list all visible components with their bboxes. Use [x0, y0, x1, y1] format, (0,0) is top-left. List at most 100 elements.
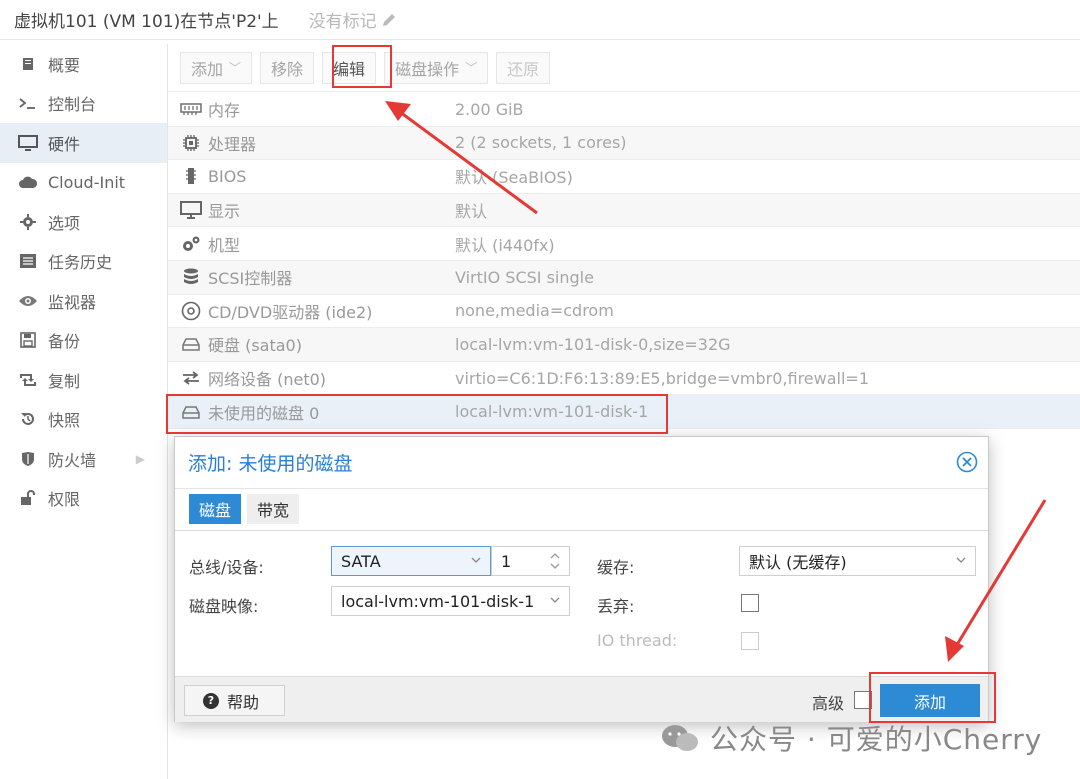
hardware-row-network[interactable]: 网络设备 (net0) virtio=C6:1D:F6:13:89:E5,bri…	[168, 362, 1080, 396]
tag-label: 没有标记	[308, 12, 377, 32]
hardware-value: virtio=C6:1D:F6:13:89:E5,bridge=vmbr0,fi…	[455, 368, 869, 388]
sidebar-item-options[interactable]: 选项	[0, 202, 167, 242]
sidebar-item-cloudinit[interactable]: Cloud-Init	[0, 163, 167, 203]
sidebar-item-snapshot[interactable]: 快照	[0, 400, 167, 440]
shield-icon	[16, 450, 40, 468]
tab-bandwidth[interactable]: 带宽	[247, 494, 300, 524]
hardware-row-machine[interactable]: 机型 默认 (i440fx)	[168, 227, 1080, 261]
pencil-icon	[382, 13, 395, 26]
hardware-row-harddisk[interactable]: 硬盘 (sata0) local-lvm:vm-101-disk-0,size=…	[168, 328, 1080, 362]
bus-select[interactable]: SATA	[331, 546, 491, 576]
vm-title: 虚拟机101 (VM 101)在节点'P2'上	[14, 12, 279, 32]
discard-checkbox[interactable]	[741, 594, 759, 612]
sidebar-item-label: 硬件	[48, 134, 81, 154]
sidebar-item-console[interactable]: 控制台	[0, 84, 167, 124]
annotation-box-add-button	[869, 672, 996, 723]
hardware-name: 硬盘 (sata0)	[208, 336, 302, 356]
sidebar-item-label: 任务历史	[48, 253, 113, 273]
remove-button[interactable]: 移除	[260, 51, 315, 84]
question-circle-icon: ?	[203, 692, 219, 709]
sidebar-item-summary[interactable]: 概要	[0, 44, 167, 84]
sidebar-item-label: 选项	[48, 213, 81, 233]
disk-action-menu-button[interactable]: 磁盘操作 ﹀	[384, 51, 489, 84]
dialog-form: 总线/设备: SATA 1 磁盘映像: local-lvm:vm-101-dis…	[175, 530, 988, 676]
sidebar-item-backup[interactable]: 备份	[0, 321, 167, 361]
sidebar-item-label: 概要	[48, 55, 81, 75]
bus-device-label: 总线/设备:	[189, 558, 264, 577]
sidebar-item-label: 控制台	[48, 95, 97, 115]
gear-icon	[16, 213, 40, 231]
hardware-row-display[interactable]: 显示 默认	[168, 193, 1080, 228]
floppy-icon	[16, 331, 40, 349]
hardware-value: none,media=cdrom	[455, 301, 614, 321]
device-index-stepper[interactable]: 1	[491, 546, 570, 576]
sidebar-item-label: 复制	[48, 371, 81, 391]
sidebar: 概要 控制台 硬件 Cloud-Init 选项 任务历史 监视器 备份 复制 快…	[0, 44, 168, 779]
disk-image-select[interactable]: local-lvm:vm-101-disk-1	[331, 586, 570, 616]
watermark-text: 公众号 · 可爱的小Cherry	[710, 723, 1043, 756]
disk-image-value: local-lvm:vm-101-disk-1	[341, 591, 535, 611]
sidebar-item-label: 监视器	[48, 292, 97, 312]
help-button[interactable]: ? 帮助	[184, 685, 285, 716]
discard-label: 丢弃:	[597, 597, 635, 616]
close-icon[interactable]	[956, 451, 978, 473]
hardware-name: SCSI控制器	[208, 269, 293, 289]
sidebar-item-label: Cloud-Init	[48, 172, 126, 192]
revert-button[interactable]: 还原	[496, 51, 551, 84]
chevron-down-icon	[956, 557, 966, 563]
iothread-checkbox[interactable]	[741, 632, 759, 650]
cloud-icon	[16, 173, 40, 191]
sidebar-item-replication[interactable]: 复制	[0, 360, 167, 400]
sidebar-item-task-history[interactable]: 任务历史	[0, 242, 167, 282]
list-icon	[16, 252, 40, 270]
sidebar-item-label: 备份	[48, 332, 81, 352]
disk-action-label: 磁盘操作	[395, 59, 460, 79]
chevron-right-icon[interactable]: ▶	[136, 452, 145, 466]
hardware-row-scsi[interactable]: SCSI控制器 VirtIO SCSI single	[168, 260, 1080, 295]
hardware-name: 处理器	[208, 134, 257, 154]
hardware-value: 默认 (SeaBIOS)	[455, 168, 573, 188]
chevron-down-icon: ﹀	[229, 61, 242, 75]
sidebar-item-permissions[interactable]: 权限	[0, 479, 167, 519]
annotation-box-unused-disk	[166, 394, 668, 434]
hardware-name: 机型	[208, 235, 241, 255]
hardware-row-cdrom[interactable]: CD/DVD驱动器 (ide2) none,media=cdrom	[168, 295, 1080, 329]
advanced-label: 高级	[812, 694, 845, 713]
memory-icon	[168, 103, 208, 116]
add-menu-button[interactable]: 添加 ﹀	[180, 51, 253, 84]
display-icon	[168, 201, 208, 220]
cache-select[interactable]: 默认 (无缓存)	[739, 546, 976, 576]
dialog-footer: ? 帮助 高级 添加	[175, 676, 988, 722]
add-unused-disk-dialog: 添加: 未使用的磁盘 磁盘 带宽 总线/设备: SATA 1 磁盘映像: loc…	[174, 436, 989, 722]
cache-label: 缓存:	[597, 558, 635, 577]
tag-edit-link[interactable]: 没有标记	[309, 7, 397, 32]
monitor-icon	[16, 134, 40, 152]
spinner-arrows-icon[interactable]	[549, 551, 561, 571]
history-icon	[16, 410, 40, 428]
dialog-title: 添加: 未使用的磁盘	[188, 453, 353, 475]
remove-button-label: 移除	[271, 59, 304, 79]
chevron-down-icon	[471, 557, 481, 563]
hardware-row-cpu[interactable]: 处理器 2 (2 sockets, 1 cores)	[168, 126, 1080, 161]
hardware-row-memory[interactable]: 内存 2.00 GiB	[168, 93, 1080, 127]
hardware-value: 2.00 GiB	[455, 99, 524, 119]
sidebar-item-hardware[interactable]: 硬件	[0, 123, 167, 163]
bus-select-value: SATA	[341, 551, 381, 571]
help-button-label: 帮助	[227, 692, 260, 712]
wechat-icon	[662, 725, 698, 751]
watermark: 公众号 · 可爱的小Cherry	[660, 718, 1042, 758]
iothread-label: IO thread:	[597, 631, 678, 650]
hardware-value: local-lvm:vm-101-disk-0,size=32G	[455, 334, 731, 354]
sidebar-item-monitor[interactable]: 监视器	[0, 281, 167, 321]
sidebar-item-label: 防火墙	[48, 450, 97, 470]
hardware-row-bios[interactable]: BIOS 默认 (SeaBIOS)	[168, 160, 1080, 194]
hardware-list: 内存 2.00 GiB 处理器 2 (2 sockets, 1 cores) B…	[168, 93, 1080, 429]
hardware-value: 默认	[455, 202, 488, 222]
chevron-down-icon: ﹀	[465, 61, 478, 75]
hardware-value: VirtIO SCSI single	[455, 267, 594, 287]
tab-disk[interactable]: 磁盘	[189, 494, 242, 524]
sidebar-item-firewall[interactable]: 防火墙 ▶	[0, 439, 167, 479]
hardware-name: 内存	[208, 101, 241, 121]
revert-button-label: 还原	[507, 59, 540, 79]
hardware-value: 2 (2 sockets, 1 cores)	[455, 133, 627, 153]
